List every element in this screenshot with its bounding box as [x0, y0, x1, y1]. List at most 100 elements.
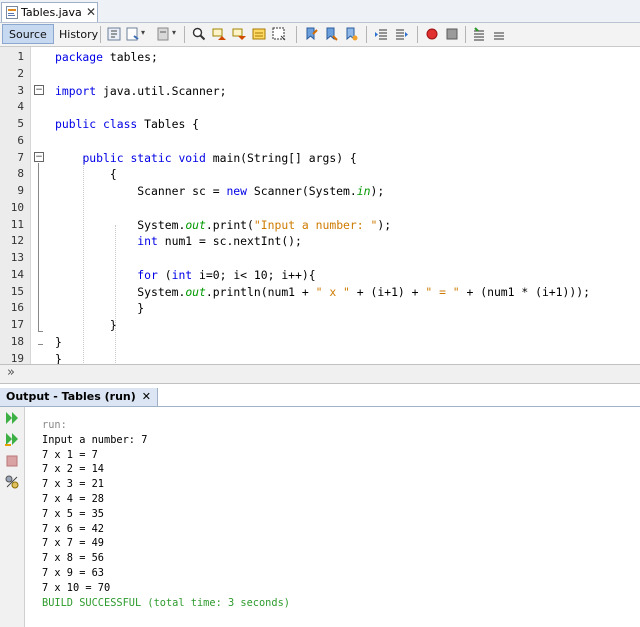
- forward-dropdown-icon[interactable]: ▾: [172, 28, 176, 37]
- output-line: 7 x 2 = 14: [42, 463, 104, 476]
- file-tab-label: Tables.java: [21, 6, 82, 19]
- settings-icon[interactable]: [4, 474, 20, 490]
- toggle-rectangular-selection-icon[interactable]: [272, 27, 286, 41]
- source-view-button[interactable]: Source: [2, 24, 54, 44]
- output-line: 7 x 4 = 28: [42, 493, 104, 505]
- editor-tab-bar: Tables.java ✕: [0, 0, 640, 23]
- rerun-icon[interactable]: [4, 410, 20, 426]
- line-number: 7: [17, 150, 24, 164]
- line-number: 4: [17, 100, 24, 114]
- code-line: package tables;: [55, 50, 158, 64]
- code-keyword: package: [55, 50, 104, 64]
- line-number: 11: [10, 217, 24, 231]
- back-icon[interactable]: [126, 27, 140, 41]
- output-line: 7 x 7 = 49: [42, 537, 104, 550]
- forward-icon[interactable]: [157, 27, 171, 41]
- code-line: import java.util.Scanner;: [55, 84, 226, 98]
- toolbar-separator: [366, 26, 367, 43]
- output-line: 7 x 10 = 70: [42, 581, 111, 594]
- code-keyword: int: [137, 234, 158, 249]
- code-text: .print(: [205, 217, 254, 232]
- uncomment-icon[interactable]: [492, 27, 506, 41]
- code-keyword: public class: [55, 117, 138, 131]
- file-tab-tables-java[interactable]: Tables.java ✕: [1, 2, 98, 22]
- start-macro-icon[interactable]: [425, 27, 439, 41]
- code-line: }: [55, 301, 144, 315]
- code-line: System.out.print("Input a number: ");: [55, 218, 391, 232]
- comment-icon[interactable]: [472, 27, 486, 41]
- line-number: 9: [17, 184, 24, 197]
- line-number: 3: [17, 83, 24, 97]
- close-tab-icon[interactable]: ✕: [86, 5, 96, 19]
- find-previous-icon[interactable]: [212, 27, 226, 41]
- code-keyword: int: [171, 267, 193, 282]
- code-text: );: [377, 217, 392, 232]
- code-editor[interactable]: package tables; import java.util.Scanner;…: [46, 47, 640, 364]
- code-field: out: [185, 217, 206, 232]
- collapse-fold-icon[interactable]: −: [34, 85, 44, 95]
- code-line: }: [55, 318, 117, 332]
- output-tab-label: Output - Tables (run): [6, 390, 136, 403]
- previous-bookmark-icon[interactable]: [304, 27, 318, 41]
- find-next-icon[interactable]: [232, 27, 246, 41]
- shift-right-icon[interactable]: [395, 27, 409, 41]
- code-text: Scanner(System.: [247, 184, 357, 198]
- code-text: }: [55, 351, 62, 365]
- rerun-with-args-icon[interactable]: [4, 431, 20, 447]
- code-text: i=0; i< 10; i++){: [192, 267, 316, 282]
- code-text: Tables {: [137, 117, 200, 131]
- code-text: + (i+1) +: [349, 284, 426, 299]
- fold-end-marker: [38, 344, 43, 345]
- output-line: run:: [42, 419, 67, 431]
- code-field: in: [356, 184, 371, 198]
- shift-left-icon[interactable]: [374, 27, 388, 41]
- code-line: int num1 = sc.nextInt();: [55, 234, 302, 248]
- find-selection-icon[interactable]: [192, 27, 206, 41]
- back-dropdown-icon[interactable]: ▾: [141, 28, 145, 37]
- code-string: "Input a number: ": [253, 217, 378, 232]
- code-text: {: [55, 167, 117, 182]
- close-output-icon[interactable]: ✕: [142, 390, 151, 403]
- line-number: 8: [17, 167, 24, 181]
- code-line: }: [55, 352, 62, 365]
- toggle-bookmark-icon[interactable]: [344, 27, 358, 41]
- last-edit-icon[interactable]: [107, 27, 121, 41]
- output-line: 7 x 8 = 56: [42, 552, 104, 565]
- stop-icon[interactable]: [4, 453, 20, 469]
- code-text: }: [55, 301, 145, 316]
- line-number: 10: [10, 200, 24, 214]
- history-view-button[interactable]: History: [52, 24, 105, 44]
- code-text: (: [157, 267, 172, 282]
- code-string: " x ": [315, 284, 350, 299]
- toolbar-separator: [184, 26, 185, 43]
- output-line: BUILD SUCCESSFUL (total time: 3 seconds): [42, 596, 290, 609]
- output-line: 7 x 5 = 35: [42, 507, 104, 520]
- output-tab[interactable]: Output - Tables (run) ✕: [0, 388, 158, 406]
- code-text: System.: [55, 217, 186, 232]
- code-keyword: new: [226, 184, 248, 198]
- code-line: System.out.println(num1 + " x " + (i+1) …: [55, 285, 590, 299]
- output-line: 7 x 9 = 63: [42, 567, 104, 579]
- toggle-highlight-icon[interactable]: [252, 27, 266, 41]
- collapse-fold-icon[interactable]: −: [34, 152, 44, 162]
- code-string: " = ": [425, 284, 460, 299]
- toolbar-separator: [465, 26, 466, 43]
- fold-guide-line: [38, 163, 39, 331]
- next-bookmark-icon[interactable]: [324, 27, 338, 41]
- code-keyword: import: [55, 83, 97, 98]
- line-number: 15: [10, 284, 24, 298]
- code-line: public static void main(String[] args) {: [55, 150, 357, 165]
- code-field: out: [185, 284, 206, 299]
- line-number: 6: [17, 133, 24, 147]
- toolbar-separator: [100, 26, 101, 43]
- expand-navigation-icon[interactable]: »: [7, 365, 15, 380]
- output-side-toolbar: [0, 407, 25, 627]
- code-text: );: [370, 184, 385, 198]
- code-text: java.util.Scanner;: [96, 83, 227, 98]
- line-number: 2: [17, 66, 24, 80]
- code-text: main(String[] args) {: [205, 150, 357, 165]
- code-line: Scanner sc = new Scanner(System.in);: [55, 184, 384, 198]
- stop-macro-icon[interactable]: [445, 27, 459, 41]
- output-line: 7 x 3 = 21: [42, 478, 104, 491]
